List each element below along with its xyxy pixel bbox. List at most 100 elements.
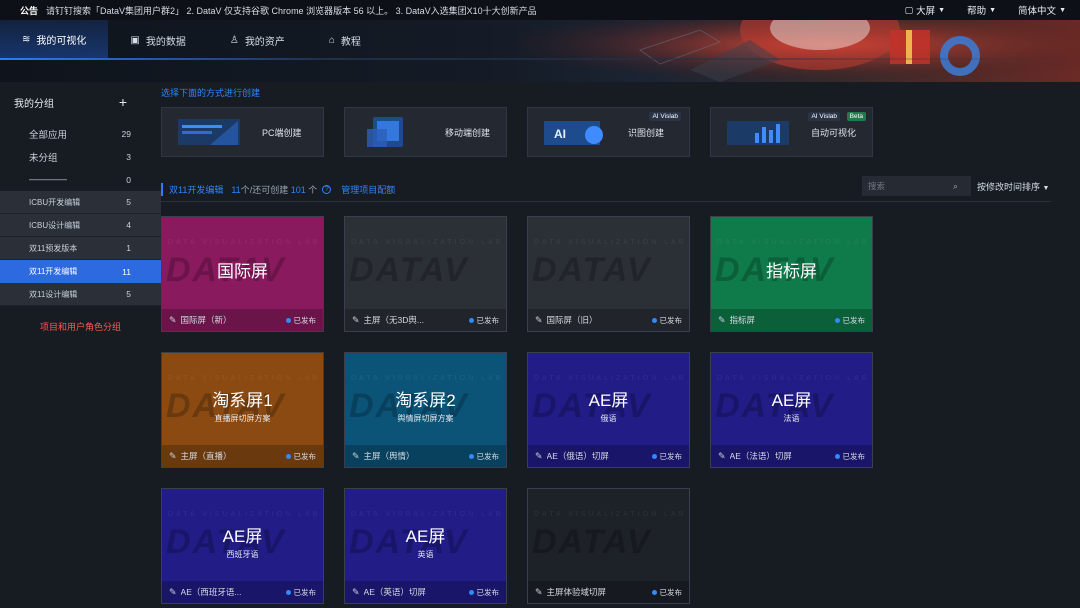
screen-card-name[interactable]: AE（英语）切屏 — [364, 586, 469, 598]
edit-icon[interactable]: ✎ — [169, 451, 177, 462]
status-badge: 已发布 — [285, 587, 316, 598]
screen-card-name[interactable]: AE（西班牙语... — [181, 586, 286, 598]
screen-card-name[interactable]: 主屏体验域切屏 — [547, 586, 652, 598]
screen-card[interactable]: DATA VISUALIZATION LAB DATAV AE屏 英语 ✎ AE（英语）切… — [344, 488, 507, 604]
datav-app: 公告 请钉钉搜索「DataV集团用户群2」 2. DataV 仅支持谷歌 Chr… — [0, 0, 1080, 608]
create-card-label: 移动端创建 — [445, 127, 491, 138]
status-dot-icon — [468, 317, 474, 323]
watermark-lab-text: DATA VISUALIZATION LAB — [168, 511, 321, 518]
edit-icon[interactable]: ✎ — [718, 315, 726, 326]
edit-icon[interactable]: ✎ — [535, 315, 543, 326]
screen-card[interactable]: DATA VISUALIZATION LAB DATAV ✎ 国际屏（旧） 已发布 — [527, 216, 690, 332]
sidebar-item-count: 5 — [126, 289, 131, 299]
sidebar-item-label: 未分组 — [29, 152, 58, 164]
screen-card[interactable]: DATA VISUALIZATION LAB DATAV AE屏 西班牙语 ✎ AE（西班… — [161, 488, 324, 604]
screen-card[interactable]: DATA VISUALIZATION LAB DATAV 国际屏 ✎ 国际屏（新） 已发布 — [161, 216, 324, 332]
edit-icon[interactable]: ✎ — [535, 587, 543, 598]
sidebar-item-all-apps[interactable]: 全部应用 29 — [0, 122, 161, 145]
screen-card[interactable]: DATA VISUALIZATION LAB DATAV AE屏 法语 ✎ AE（法语）切… — [710, 352, 873, 468]
create-mobile-button[interactable]: 移动端创建 — [344, 107, 507, 157]
status-text: 已发布 — [659, 315, 683, 325]
screen-icon: ▢ — [904, 4, 914, 15]
search-icon[interactable]: ⌕ — [953, 181, 958, 192]
create-card-label: 自动可视化 — [811, 127, 857, 138]
status-text: 已发布 — [476, 451, 500, 461]
sidebar-item-icbu-design[interactable]: ICBU设计编辑 4 — [0, 214, 161, 237]
current-group-name: 双11开发编辑 — [161, 183, 223, 196]
edit-icon[interactable]: ✎ — [535, 451, 543, 462]
screen-card-name[interactable]: 主屏（无3D舆... — [364, 314, 469, 326]
screen-card-name[interactable]: 国际屏（旧） — [547, 314, 652, 326]
screen-card-name[interactable]: 主屏（直播） — [181, 450, 286, 462]
screen-card[interactable]: DATA VISUALIZATION LAB DATAV 淘系屏1 直播屏切屏方案 ✎ 主… — [161, 352, 324, 468]
edit-icon[interactable]: ✎ — [352, 315, 360, 326]
screen-card-name[interactable]: 指标屏 — [730, 314, 835, 326]
screen-card[interactable]: DATA VISUALIZATION LAB DATAV ✎ 主屏体验域切屏 已发布 — [527, 488, 690, 604]
tab-my-visualization[interactable]: ≋ 我的可视化 — [0, 20, 109, 60]
screen-card-subtitle: 西班牙语 — [226, 550, 259, 559]
watermark-lab-text: DATA VISUALIZATION LAB — [351, 239, 504, 246]
sort-dropdown[interactable]: 按修改时间排序 ▼ — [977, 180, 1049, 193]
sidebar-item-double11-prerelease[interactable]: 双11预发版本 1 — [0, 237, 161, 260]
quota-text: 个/还可创建 — [240, 185, 289, 195]
status-dot-icon — [285, 589, 291, 595]
pc-thumbnail-icon — [178, 119, 240, 145]
status-dot-icon — [468, 453, 474, 459]
manage-quota-link[interactable]: 管理项目配额 — [341, 183, 395, 196]
screen-card[interactable]: DATA VISUALIZATION LAB DATAV AE屏 俄语 ✎ AE（俄语）切… — [527, 352, 690, 468]
screen-card-footer: ✎ 主屏体验域切屏 已发布 — [528, 581, 689, 603]
sidebar-item-double11-dev[interactable]: 双11开发编辑 11 — [0, 260, 161, 283]
status-text: 已发布 — [476, 315, 500, 325]
sidebar-header: 我的分组 + — [0, 82, 161, 122]
create-auto-visualization-button[interactable]: 自动可视化 AI Vislab Beta — [710, 107, 873, 157]
screen-card-footer: ✎ AE（俄语）切屏 已发布 — [528, 445, 689, 467]
screen-card-name[interactable]: 主屏（舆情） — [364, 450, 469, 462]
screen-card[interactable]: DATA VISUALIZATION LAB DATAV 淘系屏2 舆情屏切屏方案 ✎ 主… — [344, 352, 507, 468]
announcement-text[interactable]: 请钉钉搜索「DataV集团用户群2」 2. DataV 仅支持谷歌 Chrome… — [46, 4, 537, 17]
tab-label: 教程 — [340, 36, 361, 48]
screen-card[interactable]: DATA VISUALIZATION LAB DATAV ✎ 主屏（无3D舆... 已发… — [344, 216, 507, 332]
project-role-group-link[interactable]: 项目和用户角色分组 — [0, 320, 161, 333]
edit-icon[interactable]: ✎ — [352, 587, 360, 598]
project-quota: 11个/还可创建 101 个 — [231, 183, 317, 196]
status-badge: 已发布 — [468, 587, 499, 598]
tab-tutorial[interactable]: ⌂ 教程 — [307, 20, 383, 60]
edit-icon[interactable]: ✎ — [169, 315, 177, 326]
screen-menu[interactable]: ▢ 大屏 ▼ — [904, 3, 945, 18]
question-circle-icon[interactable]: ? — [322, 185, 332, 194]
tab-my-data[interactable]: ▣ 我的数据 — [108, 20, 207, 60]
status-dot-icon — [651, 589, 657, 595]
edit-icon[interactable]: ✎ — [352, 451, 360, 462]
sidebar-item-count: 5 — [126, 197, 131, 207]
plus-icon[interactable]: + — [119, 94, 127, 110]
create-card-label: 识图创建 — [628, 127, 665, 138]
screen-card-name[interactable]: AE（俄语）切屏 — [547, 450, 652, 462]
screen-card-title: AE屏 — [405, 527, 446, 546]
sidebar-item-count: 3 — [126, 151, 131, 162]
chevron-down-icon: ▼ — [1042, 185, 1050, 192]
language-menu[interactable]: 简体中文 ▼ — [1018, 3, 1066, 17]
help-menu-label: 帮助 — [967, 6, 987, 17]
watermark-lab-text: DATA VISUALIZATION LAB — [534, 375, 687, 382]
help-menu[interactable]: 帮助 ▼ — [967, 3, 996, 17]
edit-icon[interactable]: ✎ — [169, 587, 177, 598]
watermark-lab-text: DATA VISUALIZATION LAB — [717, 375, 870, 382]
sidebar-item-label: ICBU设计编辑 — [29, 220, 81, 230]
watermark-datav-text: DATAV — [532, 523, 652, 561]
sidebar-item-ungrouped[interactable]: 未分组 3 — [0, 145, 161, 168]
sidebar-item-icbu-dev[interactable]: ICBU开发编辑 5 — [0, 191, 161, 214]
screen-card-name[interactable]: 国际屏（新） — [181, 314, 286, 326]
create-image-recognition-button[interactable]: AI 识图创建 AI Vislab — [527, 107, 690, 157]
create-pc-button[interactable]: PC端创建 — [161, 107, 324, 157]
sidebar-item-divider-group[interactable]: ———— 0 — [0, 168, 161, 191]
quota-unit: 个 — [308, 185, 318, 195]
edit-icon[interactable]: ✎ — [718, 451, 726, 462]
screen-card-name[interactable]: AE（法语）切屏 — [730, 450, 835, 462]
sidebar-item-double11-design[interactable]: 双11设计编辑 5 — [0, 283, 161, 306]
screen-card[interactable]: DATA VISUALIZATION LAB DATAV 指标屏 ✎ 指标屏 已发布 — [710, 216, 873, 332]
screen-card-title: AE屏 — [588, 391, 629, 410]
status-dot-icon — [285, 453, 291, 459]
watermark-lab-text: DATA VISUALIZATION LAB — [168, 239, 321, 246]
search-input[interactable] — [868, 181, 953, 191]
tab-my-assets[interactable]: ♙ 我的资产 — [208, 20, 307, 60]
